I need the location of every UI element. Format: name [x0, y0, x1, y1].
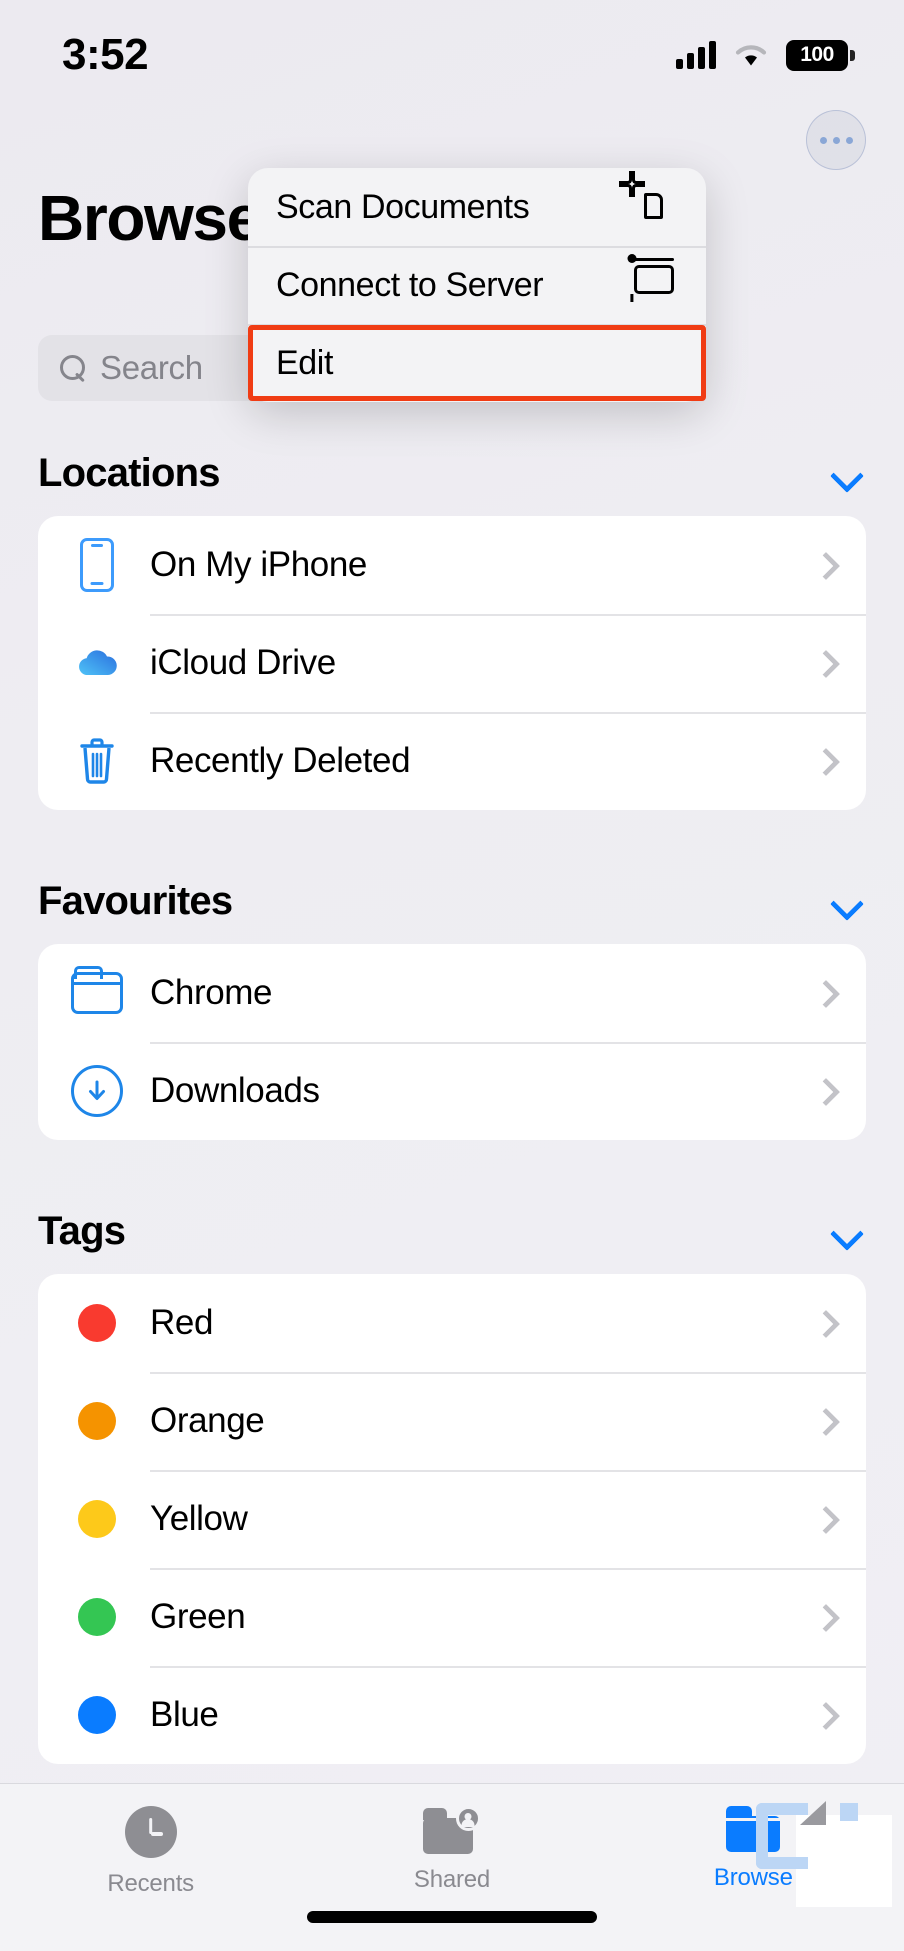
list-item[interactable]: iCloud Drive	[38, 614, 866, 712]
section-header-tags: Tags	[0, 1188, 904, 1274]
locations-list: On My iPhone iCloud Drive Recently Delet…	[38, 516, 866, 810]
list-item[interactable]: Red	[38, 1274, 866, 1372]
tag-dot-icon	[66, 1304, 128, 1342]
section-title: Favourites	[38, 878, 233, 923]
trash-icon	[66, 735, 128, 787]
page-title: Browse	[38, 182, 262, 254]
shared-folder-icon	[422, 1806, 481, 1854]
list-item-label: On My iPhone	[150, 545, 367, 584]
chevron-right-icon	[814, 652, 836, 674]
icloud-icon	[66, 635, 128, 691]
list-item-label: Yellow	[150, 1499, 248, 1538]
list-item[interactable]: On My iPhone	[38, 516, 866, 614]
context-menu: Scan Documents Connect to Server Edit	[248, 168, 706, 402]
edit-icon	[632, 340, 678, 386]
display-icon	[627, 254, 678, 308]
chevron-right-icon	[814, 554, 836, 576]
watermark	[742, 1797, 892, 1907]
list-item[interactable]: Orange	[38, 1372, 866, 1470]
chevron-right-icon	[814, 1410, 836, 1432]
clock-icon	[124, 1806, 177, 1858]
chevron-down-icon[interactable]	[832, 1217, 860, 1245]
chevron-down-icon[interactable]	[832, 887, 860, 915]
chevron-right-icon	[814, 1312, 836, 1334]
list-item[interactable]: Green	[38, 1568, 866, 1666]
menu-item-label: Scan Documents	[276, 187, 530, 226]
chevron-right-icon	[814, 1704, 836, 1726]
menu-item-scan-documents[interactable]: Scan Documents	[248, 168, 706, 246]
folder-icon	[66, 966, 128, 1014]
list-item-label: Orange	[150, 1401, 265, 1440]
tab-label: Recents	[107, 1870, 194, 1897]
signal-bars-icon	[676, 41, 716, 69]
tags-list: Red Orange Yellow Green Blue	[38, 1274, 866, 1764]
chevron-right-icon	[814, 1606, 836, 1628]
section-header-favourites: Favourites	[0, 858, 904, 944]
section-title: Locations	[38, 450, 221, 495]
wifi-icon	[735, 45, 767, 66]
ellipsis-circle-icon[interactable]	[806, 110, 866, 170]
list-item-label: Downloads	[150, 1071, 320, 1110]
iphone-screen: 3:52 100 Browse Search Locations On My i…	[0, 0, 904, 1951]
tab-shared[interactable]: Shared	[301, 1784, 602, 1894]
scan-documents-icon	[619, 171, 678, 230]
tag-dot-icon	[66, 1402, 128, 1440]
chevron-down-icon[interactable]	[832, 459, 860, 487]
list-item[interactable]: Downloads	[38, 1042, 866, 1140]
list-item[interactable]: Blue	[38, 1666, 866, 1764]
menu-item-edit[interactable]: Edit	[248, 324, 706, 402]
download-circle-icon	[66, 1065, 128, 1117]
list-item-label: Green	[150, 1597, 246, 1636]
list-item-label: iCloud Drive	[150, 643, 336, 682]
chevron-right-icon	[814, 750, 836, 772]
list-item-label: Recently Deleted	[150, 741, 411, 780]
menu-item-label: Connect to Server	[276, 265, 544, 304]
tag-dot-icon	[66, 1696, 128, 1734]
menu-item-label: Edit	[276, 343, 333, 382]
list-item-label: Red	[150, 1303, 214, 1342]
section-header-locations: Locations	[0, 430, 904, 516]
tag-dot-icon	[66, 1598, 128, 1636]
search-placeholder: Search	[100, 349, 203, 386]
browse-content: Locations On My iPhone iCloud Drive Rece…	[0, 430, 904, 1764]
section-title: Tags	[38, 1208, 126, 1253]
list-item[interactable]: Chrome	[38, 944, 866, 1042]
tab-recents[interactable]: Recents	[0, 1784, 301, 1898]
tab-label: Shared	[413, 1866, 491, 1893]
list-item[interactable]: Yellow	[38, 1470, 866, 1568]
chevron-right-icon	[814, 1508, 836, 1530]
chevron-right-icon	[814, 1080, 836, 1102]
tag-dot-icon	[66, 1500, 128, 1538]
menu-item-connect-to-server[interactable]: Connect to Server	[248, 246, 706, 324]
status-bar: 3:52 100	[0, 0, 904, 110]
iphone-icon	[66, 538, 128, 592]
chevron-right-icon	[814, 982, 836, 1004]
status-time: 3:52	[62, 30, 149, 79]
status-indicators: 100	[676, 39, 855, 71]
search-icon	[60, 355, 86, 381]
list-item[interactable]: Recently Deleted	[38, 712, 866, 810]
favourites-list: Chrome Downloads	[38, 944, 866, 1140]
list-item-label: Chrome	[150, 973, 273, 1012]
battery-percent: 100	[800, 43, 834, 66]
list-item-label: Blue	[150, 1695, 219, 1734]
battery-icon: 100	[786, 39, 855, 71]
home-indicator	[307, 1911, 597, 1923]
